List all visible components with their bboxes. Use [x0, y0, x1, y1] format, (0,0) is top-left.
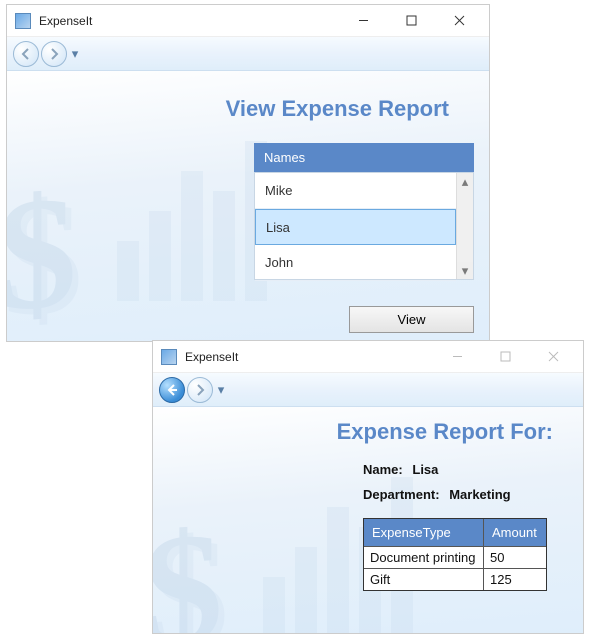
content-area: $ View Expense Report Names Mike Lisa Jo… [7, 71, 489, 341]
expense-amount-cell: 125 [484, 569, 546, 590]
maximize-button[interactable] [393, 7, 429, 35]
expense-grid-row: Document printing 50 [364, 546, 546, 568]
expense-type-cell: Gift [364, 569, 484, 590]
app-icon [15, 13, 31, 29]
minimize-button[interactable] [439, 343, 475, 371]
names-list-scrollbar[interactable]: ▴ ▾ [456, 173, 473, 279]
nav-toolbar: ▾ [7, 37, 489, 71]
close-button[interactable] [535, 343, 571, 371]
names-list-header: Names [254, 143, 474, 172]
window-title: ExpenseIt [39, 14, 345, 28]
back-button[interactable] [13, 41, 39, 67]
nav-toolbar: ▾ [153, 373, 583, 407]
titlebar[interactable]: ExpenseIt [7, 5, 489, 37]
watermark-graphic: $ [7, 121, 257, 341]
expense-grid: ExpenseType Amount Document printing 50 … [363, 518, 547, 591]
view-button[interactable]: View [349, 306, 474, 333]
expense-amount-cell: 50 [484, 547, 546, 568]
window-expense-list: ExpenseIt ▾ $ View Expense Report [6, 4, 490, 342]
page-headline: View Expense Report [226, 96, 449, 122]
expense-type-cell: Document printing [364, 547, 484, 568]
name-label: Name: [363, 462, 403, 477]
content-area: $ Expense Report For: Name: Lisa Departm… [153, 407, 583, 633]
nav-history-dropdown[interactable]: ▾ [69, 41, 81, 67]
expense-grid-row: Gift 125 [364, 568, 546, 590]
expense-grid-header: ExpenseType Amount [364, 519, 546, 546]
names-panel: Names Mike Lisa John ▴ ▾ [254, 143, 474, 280]
forward-button[interactable] [41, 41, 67, 67]
scroll-up-icon[interactable]: ▴ [457, 173, 473, 190]
grid-header-type: ExpenseType [364, 519, 484, 546]
forward-button[interactable] [187, 377, 213, 403]
names-list-item[interactable]: Mike [255, 173, 456, 209]
names-list-item[interactable]: Lisa [255, 209, 456, 245]
close-button[interactable] [441, 7, 477, 35]
names-list-item[interactable]: John [255, 245, 456, 281]
name-value: Lisa [412, 462, 438, 477]
window-title: ExpenseIt [185, 350, 439, 364]
names-listbox[interactable]: Mike Lisa John ▴ ▾ [254, 172, 474, 280]
nav-history-dropdown[interactable]: ▾ [215, 377, 227, 403]
detail-panel: Name: Lisa Department: Marketing Expense… [363, 452, 547, 591]
maximize-button[interactable] [487, 343, 523, 371]
window-expense-detail: ExpenseIt ▾ $ Expense Report For: [152, 340, 584, 634]
app-icon [161, 349, 177, 365]
page-headline: Expense Report For: [337, 419, 553, 445]
scroll-track[interactable] [457, 190, 473, 262]
minimize-button[interactable] [345, 7, 381, 35]
scroll-down-icon[interactable]: ▾ [457, 262, 473, 279]
grid-header-amount: Amount [484, 519, 546, 546]
back-button[interactable] [159, 377, 185, 403]
department-label: Department: [363, 487, 440, 502]
titlebar[interactable]: ExpenseIt [153, 341, 583, 373]
department-value: Marketing [449, 487, 510, 502]
